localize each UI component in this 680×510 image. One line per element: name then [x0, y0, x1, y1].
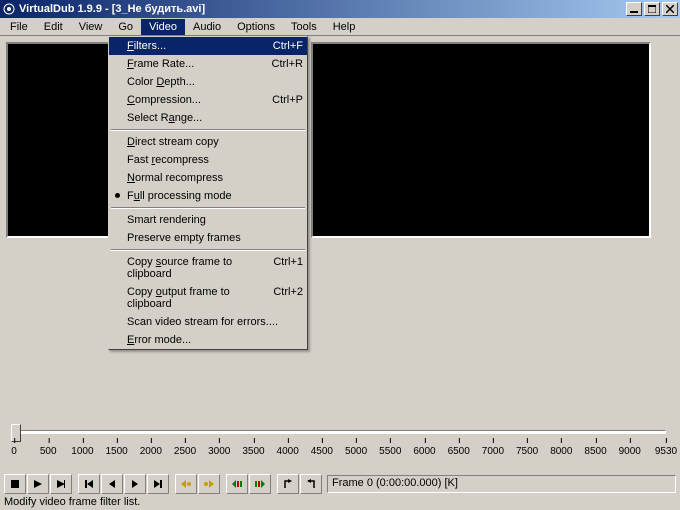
ruler-tick: 7500: [516, 446, 538, 457]
step-back-button[interactable]: [101, 474, 123, 494]
timeline-slider[interactable]: [14, 430, 666, 434]
menubar: FileEditViewGoVideoAudioOptionsToolsHelp: [0, 18, 680, 36]
ruler-tick: 6000: [413, 446, 435, 457]
menu-item-label: Color Depth...: [127, 76, 303, 88]
ruler-tick: 2500: [174, 446, 196, 457]
menu-item-select-range[interactable]: Select Range...: [109, 109, 307, 127]
step-forward-button[interactable]: [124, 474, 146, 494]
menu-view[interactable]: View: [71, 19, 111, 35]
menu-item-smart-rendering[interactable]: Smart rendering: [109, 211, 307, 229]
menu-separator: [111, 207, 305, 209]
ruler-tick: 500: [40, 446, 57, 457]
play-output-button[interactable]: [50, 474, 72, 494]
menu-tools[interactable]: Tools: [283, 19, 325, 35]
menu-item-label: Select Range...: [127, 112, 303, 124]
close-button[interactable]: [662, 2, 678, 16]
menu-options[interactable]: Options: [229, 19, 283, 35]
menu-item-fast-recompress[interactable]: Fast recompress: [109, 151, 307, 169]
menu-item-direct-stream-copy[interactable]: Direct stream copy: [109, 133, 307, 151]
ruler-tick: 1500: [105, 446, 127, 457]
menu-item-label: Filters...: [127, 40, 257, 52]
ruler-tick: 6500: [448, 446, 470, 457]
menu-item-full-processing-mode[interactable]: Full processing mode: [109, 187, 307, 205]
menu-item-preserve-empty-frames[interactable]: Preserve empty frames: [109, 229, 307, 247]
menu-item-label: Smart rendering: [127, 214, 303, 226]
menu-separator: [111, 129, 305, 131]
ruler-tick: 0: [11, 446, 17, 457]
window-title: VirtualDub 1.9.9 - [3_Не будить.avi]: [19, 3, 626, 15]
menu-video[interactable]: Video: [141, 19, 185, 35]
ruler-tick: 4000: [277, 446, 299, 457]
key-next-button[interactable]: [198, 474, 220, 494]
menu-item-label: Scan video stream for errors....: [127, 316, 303, 328]
mark-out-button[interactable]: [300, 474, 322, 494]
menu-item-compression[interactable]: Compression... Ctrl+P: [109, 91, 307, 109]
ruler-tick: 7000: [482, 446, 504, 457]
ruler-tick: 5500: [379, 446, 401, 457]
menu-item-label: Error mode...: [127, 334, 303, 346]
menu-item-frame-rate[interactable]: Frame Rate... Ctrl+R: [109, 55, 307, 73]
goto-end-button[interactable]: [147, 474, 169, 494]
ruler-tick: 3000: [208, 446, 230, 457]
menu-audio[interactable]: Audio: [185, 19, 229, 35]
menu-item-shortcut: Ctrl+F: [273, 40, 303, 52]
menu-item-label: Full processing mode: [127, 190, 303, 202]
menu-help[interactable]: Help: [325, 19, 364, 35]
app-icon: [2, 2, 16, 16]
play-input-button[interactable]: [27, 474, 49, 494]
ruler-tick: 4500: [311, 446, 333, 457]
menu-item-error-mode[interactable]: Error mode...: [109, 331, 307, 349]
maximize-button[interactable]: [644, 2, 660, 16]
ruler-tick: 9530: [655, 446, 677, 457]
key-prev-button[interactable]: [175, 474, 197, 494]
menu-item-shortcut: Ctrl+2: [273, 286, 303, 310]
ruler-tick: 8000: [550, 446, 572, 457]
menu-item-normal-recompress[interactable]: Normal recompress: [109, 169, 307, 187]
minimize-button[interactable]: [626, 2, 642, 16]
menu-item-label: Frame Rate...: [127, 58, 256, 70]
menu-separator: [111, 249, 305, 251]
menu-item-label: Normal recompress: [127, 172, 303, 184]
menu-item-filters[interactable]: Filters... Ctrl+F: [109, 37, 307, 55]
menu-item-label: Fast recompress: [127, 154, 303, 166]
menu-item-label: Copy source frame to clipboard: [127, 256, 257, 280]
menu-item-copy-output-frame-to-clipboard[interactable]: Copy output frame to clipboard Ctrl+2: [109, 283, 307, 313]
menu-item-shortcut: Ctrl+R: [272, 58, 303, 70]
menu-item-color-depth[interactable]: Color Depth...: [109, 73, 307, 91]
menu-item-shortcut: Ctrl+P: [272, 94, 303, 106]
statusbar: Modify video frame filter list.: [0, 496, 680, 510]
frame-info: Frame 0 (0:00:00.000) [K]: [327, 475, 676, 493]
menu-item-label: Direct stream copy: [127, 136, 303, 148]
menu-item-shortcut: Ctrl+1: [273, 256, 303, 280]
ruler-tick: 2000: [140, 446, 162, 457]
menu-go[interactable]: Go: [110, 19, 141, 35]
ruler-tick: 3500: [242, 446, 264, 457]
mark-in-button[interactable]: [277, 474, 299, 494]
ruler-tick: 1000: [71, 446, 93, 457]
ruler-tick: 5000: [345, 446, 367, 457]
menu-edit[interactable]: Edit: [36, 19, 71, 35]
scene-next-button[interactable]: [249, 474, 271, 494]
transport-toolbar: Frame 0 (0:00:00.000) [K]: [0, 472, 680, 496]
window-controls: [626, 2, 678, 16]
menu-item-copy-source-frame-to-clipboard[interactable]: Copy source frame to clipboard Ctrl+1: [109, 253, 307, 283]
scene-prev-button[interactable]: [226, 474, 248, 494]
menu-item-label: Copy output frame to clipboard: [127, 286, 257, 310]
menu-item-scan-video-stream-for-errors[interactable]: Scan video stream for errors....: [109, 313, 307, 331]
titlebar: VirtualDub 1.9.9 - [3_Не будить.avi]: [0, 0, 680, 18]
output-video-pane[interactable]: [311, 42, 651, 238]
menu-item-label: Compression...: [127, 94, 256, 106]
status-text: Modify video frame filter list.: [4, 496, 140, 508]
ruler-tick: 9000: [619, 446, 641, 457]
menu-file[interactable]: File: [2, 19, 36, 35]
video-menu-dropdown: Filters... Ctrl+F Frame Rate... Ctrl+R Color…: [108, 36, 308, 350]
menu-item-label: Preserve empty frames: [127, 232, 303, 244]
goto-start-button[interactable]: [78, 474, 100, 494]
timeline-ruler: 0 500 1000 1500 2000 2500 3000 3500 4000 4500 5000…: [14, 438, 666, 462]
radio-bullet-icon: [115, 193, 120, 198]
stop-button[interactable]: [4, 474, 26, 494]
workspace: [0, 36, 680, 424]
timeline-area: 0 500 1000 1500 2000 2500 3000 3500 4000 4500 5000…: [0, 426, 680, 466]
ruler-tick: 8500: [584, 446, 606, 457]
